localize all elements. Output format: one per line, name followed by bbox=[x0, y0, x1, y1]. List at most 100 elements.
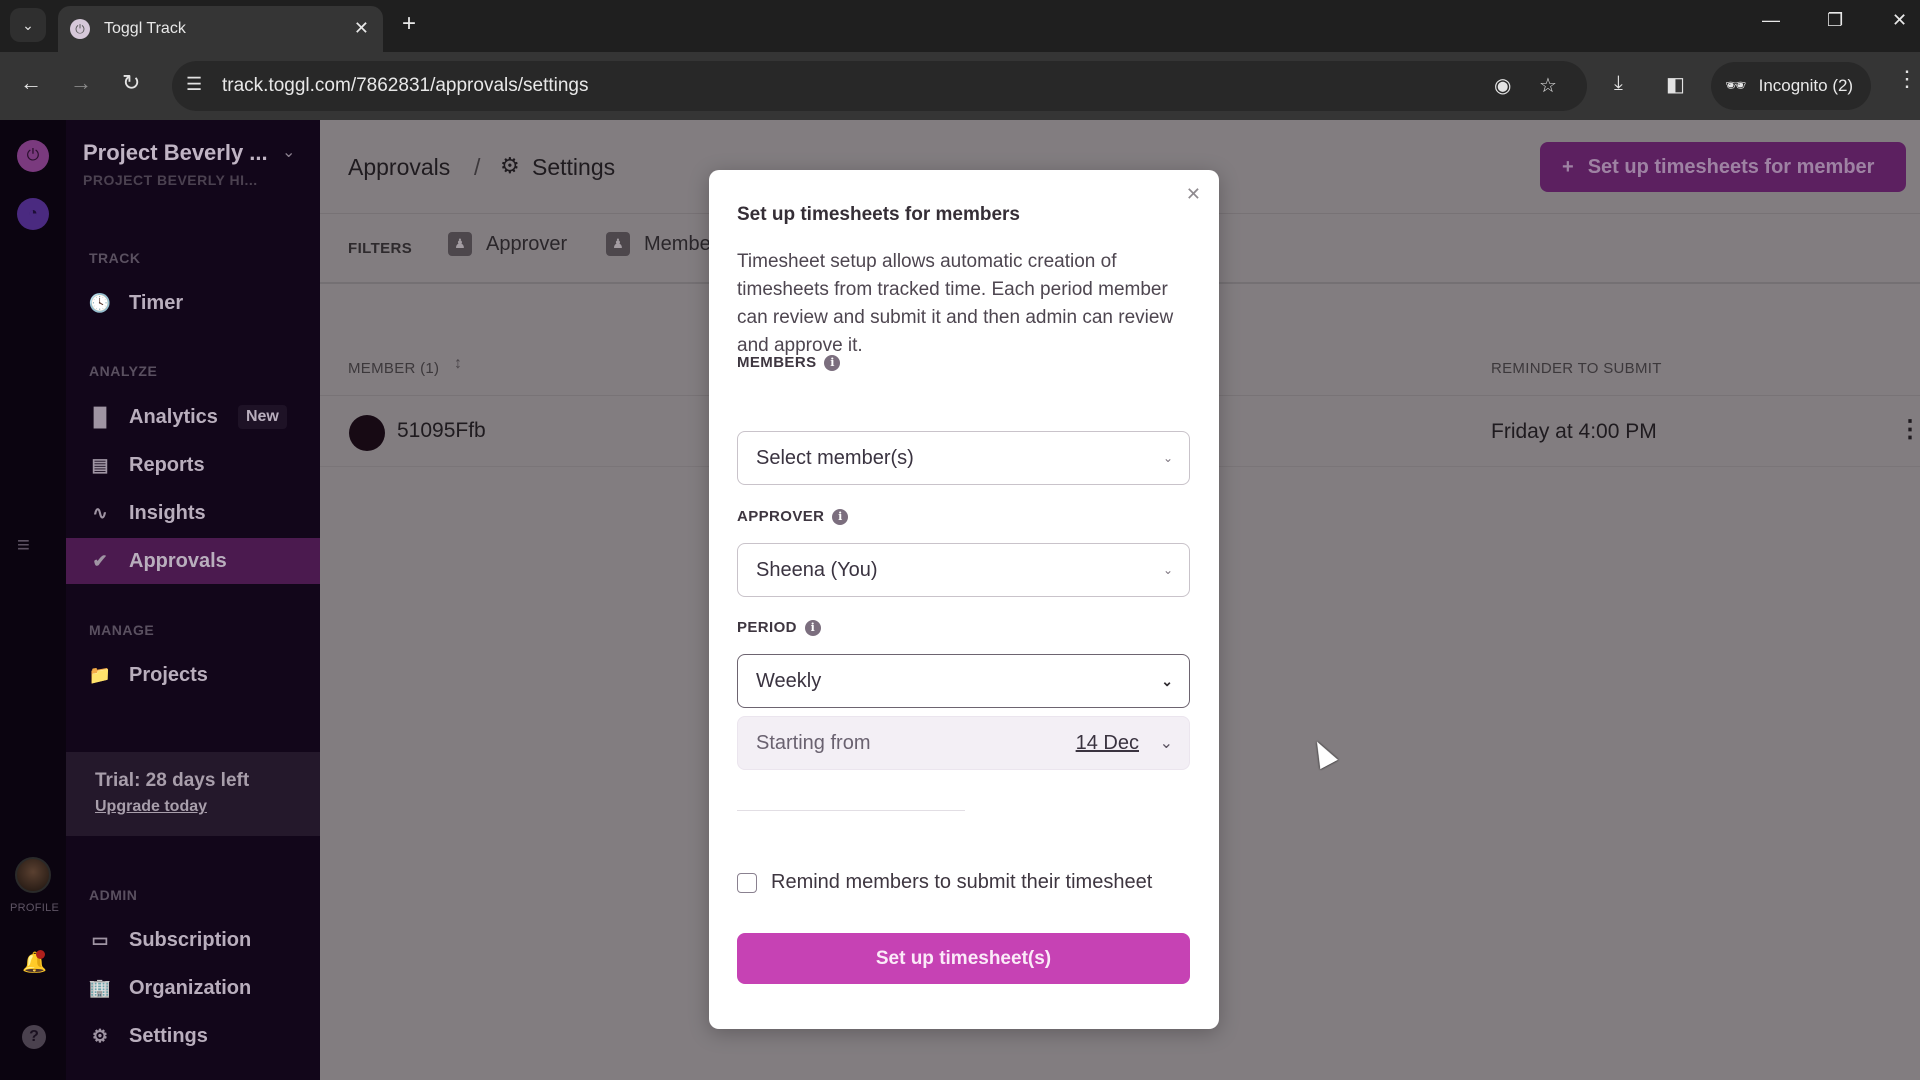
new-badge: New bbox=[237, 405, 287, 429]
window-close-icon[interactable]: ✕ bbox=[1892, 10, 1907, 31]
sidebar-item-label: Timer bbox=[129, 291, 184, 314]
organization-name: PROJECT BEVERLY HI... bbox=[83, 172, 258, 188]
sidebar-item-settings[interactable]: ⚙ Settings bbox=[66, 1013, 320, 1059]
remind-label: Remind members to submit their timesheet bbox=[771, 871, 1153, 893]
minimize-icon[interactable]: — bbox=[1762, 10, 1780, 31]
starting-from-picker[interactable]: Starting from 14 Dec ⌄ bbox=[737, 716, 1190, 770]
column-member[interactable]: MEMBER (1) bbox=[348, 360, 439, 377]
new-tab-icon[interactable]: + bbox=[402, 10, 416, 38]
period-select[interactable]: Weekly ⌄ bbox=[737, 654, 1190, 708]
members-placeholder: Select member(s) bbox=[756, 446, 914, 469]
sidebar-item-timer[interactable]: 🕓 Timer bbox=[66, 280, 320, 326]
info-icon[interactable]: i bbox=[824, 354, 841, 371]
folder-icon: 📁 bbox=[88, 664, 112, 685]
plus-icon: + bbox=[1562, 155, 1574, 178]
sidebar-item-subscription[interactable]: ▭ Subscription bbox=[66, 917, 320, 963]
modal-description: Timesheet setup allows automatic creatio… bbox=[737, 251, 1174, 356]
toggl-plan-icon[interactable]: ◔ bbox=[17, 198, 49, 230]
address-bar[interactable]: ☰ track.toggl.com/7862831/approvals/sett… bbox=[172, 61, 1587, 111]
collapse-sidebar-icon[interactable]: ≡ bbox=[17, 532, 30, 558]
users-icon: ♟ bbox=[606, 232, 630, 256]
sidebar-item-projects[interactable]: 📁 Projects bbox=[66, 652, 320, 698]
reports-icon: ▤ bbox=[91, 454, 109, 475]
back-icon[interactable]: ← bbox=[20, 70, 42, 96]
url-text[interactable]: track.toggl.com/7862831/approvals/settin… bbox=[222, 75, 589, 97]
site-settings-icon[interactable]: ☰ bbox=[186, 74, 202, 95]
gear-icon: ⚙ bbox=[91, 1025, 109, 1046]
setup-timesheets-modal: ✕ Set up timesheets for members Timeshee… bbox=[709, 170, 1219, 1029]
row-more-icon[interactable]: ⋮ bbox=[1898, 415, 1920, 444]
divider bbox=[737, 810, 965, 811]
trial-text: Trial: 28 days left bbox=[95, 770, 250, 791]
check-circle-icon: ✔ bbox=[92, 550, 108, 571]
upgrade-link[interactable]: Upgrade today bbox=[95, 798, 320, 816]
sidebar-item-reports[interactable]: ▤ Reports bbox=[66, 442, 320, 488]
insights-icon: ∿ bbox=[92, 502, 108, 523]
browser-menu-icon[interactable]: ⋮ bbox=[1896, 66, 1918, 92]
close-icon[interactable]: ✕ bbox=[1186, 184, 1201, 205]
sidebar-item-label: Projects bbox=[129, 663, 208, 686]
members-label: MEMBERS i bbox=[737, 354, 841, 371]
sidebar-item-label: Approvals bbox=[129, 549, 227, 572]
restore-icon[interactable]: ❐ bbox=[1827, 10, 1843, 31]
browser-tab[interactable]: ⏻ Toggl Track ✕ bbox=[58, 6, 383, 52]
filter-member[interactable]: ♟ Membe bbox=[606, 232, 711, 256]
sidebar-item-organization[interactable]: 🏢 Organization bbox=[66, 965, 320, 1011]
help-icon[interactable]: ? bbox=[22, 1025, 46, 1049]
incognito-icon: 🕶 bbox=[1725, 76, 1747, 95]
chevron-down-icon: ⌄ bbox=[1162, 451, 1173, 465]
sidebar-item-label: Analytics bbox=[129, 405, 218, 428]
section-admin: ADMIN bbox=[89, 887, 138, 903]
remind-checkbox[interactable] bbox=[737, 872, 757, 893]
bookmark-star-icon[interactable]: ☆ bbox=[1539, 73, 1557, 98]
workspace-chevron-icon[interactable]: ⌄ bbox=[282, 142, 295, 162]
member-avatar bbox=[349, 415, 385, 451]
profile-avatar[interactable] bbox=[15, 857, 51, 893]
period-label-text: PERIOD bbox=[737, 619, 797, 636]
breadcrumb-settings: Settings bbox=[532, 154, 616, 180]
eye-off-icon[interactable]: ◉ bbox=[1494, 73, 1511, 98]
info-icon[interactable]: i bbox=[832, 508, 849, 525]
remind-members-option[interactable]: Remind members to submit their timesheet bbox=[737, 871, 1152, 894]
chevron-down-icon: ⌄ bbox=[1161, 672, 1173, 689]
approver-label-text: APPROVER bbox=[737, 508, 825, 525]
browser-tab-bar: ⌄ ⏻ Toggl Track ✕ + — ❐ ✕ bbox=[0, 0, 1920, 52]
sidebar-item-analytics[interactable]: █ Analytics New bbox=[66, 394, 320, 440]
toggl-track-icon[interactable]: ⏻ bbox=[17, 140, 49, 172]
incognito-indicator[interactable]: 🕶 Incognito (2) bbox=[1711, 62, 1871, 110]
sidebar-item-label: Organization bbox=[129, 976, 252, 999]
close-tab-icon[interactable]: ✕ bbox=[354, 18, 369, 39]
sidebar: Project Beverly ... ⌄ PROJECT BEVERLY HI… bbox=[66, 120, 320, 1080]
download-icon[interactable]: ⤓ bbox=[1614, 72, 1623, 95]
sidebar-item-approvals[interactable]: ✔ Approvals bbox=[66, 538, 320, 584]
modal-title: Set up timesheets for members bbox=[737, 204, 1020, 225]
period-label: PERIOD i bbox=[737, 619, 821, 636]
filter-approver[interactable]: ♟ Approver bbox=[448, 232, 567, 256]
sort-icon[interactable]: ↕ bbox=[454, 355, 462, 373]
sidebar-item-label: Settings bbox=[129, 1024, 208, 1047]
building-icon: 🏢 bbox=[88, 977, 112, 998]
chevron-down-icon: ⌄ bbox=[22, 16, 34, 33]
setup-timesheets-member-button[interactable]: + Set up timesheets for member bbox=[1540, 142, 1906, 192]
side-panel-icon[interactable]: ◧ bbox=[1666, 72, 1685, 97]
incognito-label: Incognito (2) bbox=[1758, 76, 1854, 95]
breadcrumb-approvals[interactable]: Approvals bbox=[348, 154, 450, 181]
filter-label: Membe bbox=[644, 232, 711, 255]
forward-icon[interactable]: → bbox=[70, 70, 92, 96]
tab-search-button[interactable]: ⌄ bbox=[10, 8, 46, 42]
sidebar-item-insights[interactable]: ∿ Insights bbox=[66, 490, 320, 536]
approver-select[interactable]: Sheena (You) ⌄ bbox=[737, 543, 1190, 597]
browser-toolbar: ← → ↻ ☰ track.toggl.com/7862831/approval… bbox=[0, 52, 1920, 120]
chevron-down-icon[interactable]: ⌄ bbox=[1160, 733, 1173, 753]
starting-date[interactable]: 14 Dec bbox=[1076, 732, 1139, 755]
members-select[interactable]: Select member(s) ⌄ bbox=[737, 431, 1190, 485]
setup-member-label: Set up timesheets for member bbox=[1587, 155, 1875, 178]
setup-timesheets-button[interactable]: Set up timesheet(s) bbox=[737, 933, 1190, 984]
reload-icon[interactable]: ↻ bbox=[122, 70, 140, 96]
period-value: Weekly bbox=[756, 669, 822, 692]
gear-icon: ⚙ bbox=[500, 153, 520, 178]
members-label-text: MEMBERS bbox=[737, 354, 817, 371]
info-icon[interactable]: i bbox=[804, 619, 821, 636]
tab-title: Toggl Track bbox=[104, 20, 186, 37]
workspace-name[interactable]: Project Beverly ... bbox=[83, 140, 268, 166]
